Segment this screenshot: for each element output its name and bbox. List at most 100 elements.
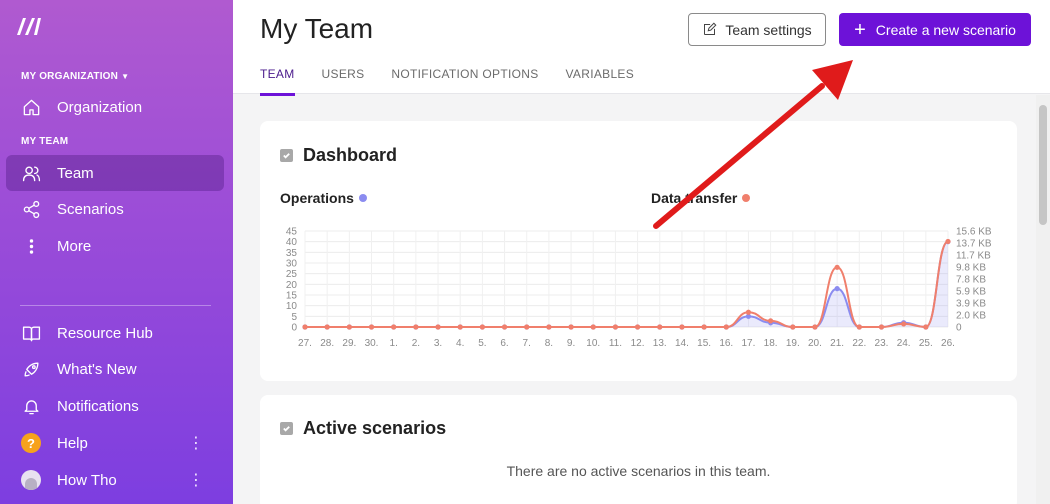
scrollbar-thumb[interactable] [1039,105,1047,225]
sidebar-item-resource-hub[interactable]: Resource Hub [6,315,224,351]
profile-more-icon[interactable]: ⋮ [188,473,204,489]
x-tick-label: 21. [830,338,844,349]
x-tick-label: 28. [320,338,334,349]
collapse-checkbox-icon [280,149,293,162]
team-settings-button[interactable]: Team settings [688,13,826,46]
point-data-transfer [923,324,929,330]
x-tick-label: 10. [586,338,600,349]
sidebar-item-organization[interactable]: Organization [6,89,224,125]
sidebar-item-help[interactable]: ? Help ⋮ [6,425,224,461]
sidebar-item-notifications[interactable]: Notifications [6,388,224,424]
y-tick-right: 11.7 KB [956,251,991,262]
sidebar: MY ORGANIZATION ▼ Organization MY TEAM T… [0,0,233,504]
legend-operations-label: Operations [280,190,354,206]
help-icon: ? [21,433,41,453]
dashboard-header[interactable]: Dashboard [280,145,397,166]
sidebar-item-whats-new[interactable]: What's New [6,351,224,387]
sidebar-item-label: Notifications [57,397,139,415]
x-tick-label: 5. [478,338,486,349]
dashboard-chart: 45403530252015105015.6 KB13.7 KB11.7 KB9… [286,227,992,350]
sidebar-item-profile[interactable]: How Tho ⋮ [6,462,224,498]
org-switcher[interactable]: MY ORGANIZATION ▼ [21,71,129,82]
x-tick-label: 8. [545,338,553,349]
plus-icon: + [854,18,866,41]
edit-icon [704,22,717,35]
y-tick-right: 5.9 KB [956,287,986,298]
team-section-label: MY TEAM [21,136,69,147]
point-data-transfer [435,324,441,330]
help-more-icon[interactable]: ⋮ [188,436,204,452]
x-tick-label: 25. [919,338,933,349]
point-data-transfer [723,324,729,330]
active-scenarios-title: Active scenarios [303,418,447,438]
x-tick-label: 1. [390,338,398,349]
y-tick-right: 7.8 KB [956,275,986,286]
sidebar-item-label: How Tho [57,471,117,489]
y-tick-right: 15.6 KB [956,227,992,238]
point-data-transfer [812,324,818,330]
legend-data-transfer: Data transfer [651,190,751,206]
point-data-transfer [679,324,685,330]
point-data-transfer [612,324,619,330]
legend-operations-dot [358,194,367,202]
tab-users[interactable]: USERS [322,67,365,96]
x-tick-label: 16. [719,338,733,349]
more-vertical-icon [20,235,42,257]
collapse-checkbox-icon [280,422,293,435]
x-tick-label: 23. [875,338,889,349]
y-tick-left: 20 [286,280,298,291]
x-tick-label: 2. [412,338,420,349]
tab-variables[interactable]: VARIABLES [566,67,635,96]
point-data-transfer [368,324,375,330]
x-tick-label: 14. [675,338,689,349]
point-data-transfer [634,324,641,330]
x-tick-label: 19. [786,338,800,349]
dashboard-title: Dashboard [303,145,398,165]
point-data-transfer [834,264,840,270]
sidebar-item-label: Organization [57,98,143,116]
caret-down-icon: ▼ [121,72,130,81]
sidebar-item-label: Help [57,434,88,452]
sidebar-item-team[interactable]: Team [6,155,224,191]
legend-data-transfer-dot [742,194,751,202]
y-tick-right: 9.8 KB [956,263,986,274]
x-tick-label: 27. [298,338,312,349]
book-open-icon [20,322,42,344]
create-scenario-button[interactable]: + Create a new scenario [839,13,1031,46]
y-tick-left: 15 [286,291,298,302]
avatar-wrap [20,469,42,491]
point-data-transfer [457,324,463,330]
sidebar-item-label: Scenarios [57,200,124,218]
point-data-transfer [768,318,774,324]
point-data-transfer [302,324,308,330]
tab-notification-options[interactable]: NOTIFICATION OPTIONS [391,67,538,96]
y-tick-left: 45 [286,227,298,238]
x-tick-label: 7. [523,338,531,349]
legend-data-transfer-label: Data transfer [651,190,738,206]
page-header: My Team Team settings + Create a new sce… [233,0,1050,96]
sidebar-item-label: Resource Hub [57,324,153,342]
x-tick-label: 29. [342,338,356,349]
make-logo-icon[interactable] [16,16,48,36]
point-data-transfer [413,324,419,330]
y-tick-left: 10 [286,301,298,312]
point-data-transfer [568,324,574,330]
y-tick-right: 13.7 KB [956,239,992,250]
y-tick-left: 5 [291,312,297,323]
empty-state-message: There are no active scenarios in this te… [506,463,771,479]
sidebar-item-scenarios[interactable]: Scenarios [6,191,224,227]
x-tick-label: 17. [741,338,755,349]
point-data-transfer [945,238,951,245]
sidebar-item-label: Team [57,164,94,182]
point-data-transfer [878,324,885,330]
bell-icon [20,395,42,417]
avatar [21,470,41,490]
active-scenarios-header[interactable]: Active scenarios [280,418,446,439]
point-data-transfer [590,324,596,330]
y-tick-left: 25 [286,269,298,280]
rocket-icon [20,358,42,380]
sidebar-item-more[interactable]: More [6,228,224,264]
y-tick-left: 30 [286,259,298,270]
tab-team[interactable]: TEAM [260,67,295,96]
y-tick-left: 0 [291,323,297,334]
